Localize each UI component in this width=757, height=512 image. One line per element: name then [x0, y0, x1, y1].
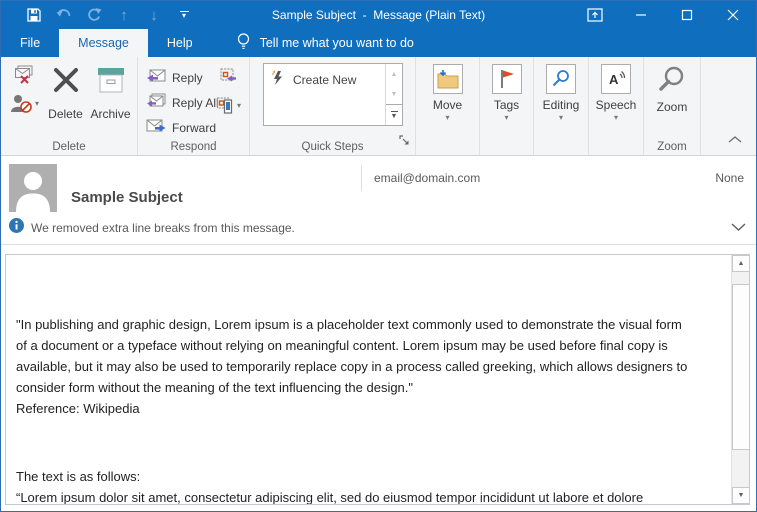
group-label-quick-steps: Quick Steps: [250, 141, 415, 153]
tab-file[interactable]: File: [1, 29, 59, 57]
sender-email[interactable]: email@domain.com: [374, 171, 480, 185]
ribbon-group-quick-steps: Create New ▲ ▼ ▼ Quick Steps: [250, 57, 416, 155]
close-icon[interactable]: [710, 1, 756, 29]
lightbulb-icon: [236, 32, 251, 54]
ribbon-group-delete: ▾ Delete Archive Delete: [1, 57, 138, 155]
archive-button[interactable]: Archive: [88, 59, 133, 121]
window-controls: [572, 1, 756, 29]
svg-text:A: A: [609, 72, 619, 87]
im-reply-button[interactable]: ▾: [216, 96, 241, 114]
body-paragraph-1: "In publishing and graphic design, Lorem…: [16, 314, 721, 419]
info-banner-text: We removed extra line breaks from this m…: [31, 221, 295, 235]
tell-me-box[interactable]: Tell me what you want to do: [236, 29, 414, 57]
zoom-button[interactable]: Zoom: [644, 57, 700, 114]
reply-all-icon: [146, 93, 166, 112]
title-bar: ↑ ↓ ▾ Sample Subject - Message (Plain Te…: [1, 1, 756, 29]
vertical-scrollbar[interactable]: ▲ ▼: [731, 255, 749, 504]
tab-help[interactable]: Help: [148, 29, 212, 57]
quick-steps-dialog-launcher-icon[interactable]: [399, 133, 410, 151]
message-subject: Sample Subject: [71, 189, 183, 206]
move-folder-icon: [433, 64, 463, 94]
speech-button[interactable]: A Speech ▾: [589, 57, 643, 122]
header-divider: [361, 165, 362, 191]
ignore-button[interactable]: [5, 61, 43, 89]
scrollbar-up-icon[interactable]: ▲: [732, 255, 750, 272]
gallery-more-icon[interactable]: ▼: [386, 104, 402, 125]
minimize-icon[interactable]: [618, 1, 664, 29]
delete-button[interactable]: Delete: [43, 59, 88, 121]
tags-caret-icon: ▾: [504, 114, 508, 122]
meeting-button[interactable]: [219, 67, 237, 84]
info-banner: We removed extra line breaks from this m…: [9, 218, 295, 238]
gallery-scroll-up-icon[interactable]: ▲: [386, 64, 402, 84]
ribbon-group-respond: Reply Reply All Forward: [138, 57, 250, 155]
editing-caret-icon: ▾: [559, 114, 563, 122]
undo-icon[interactable]: [49, 2, 79, 28]
read-aloud-icon: A: [601, 64, 631, 94]
ribbon-group-move: Move ▾: [416, 57, 480, 155]
scrollbar-thumb[interactable]: [732, 284, 750, 450]
group-label-zoom: Zoom: [644, 141, 700, 153]
tell-me-label: Tell me what you want to do: [260, 36, 414, 50]
create-new-quick-step[interactable]: Create New: [271, 70, 385, 89]
maximize-icon[interactable]: [664, 1, 710, 29]
reply-button[interactable]: Reply: [146, 65, 219, 90]
ribbon-display-options-icon[interactable]: [572, 1, 618, 29]
message-body-text: "In publishing and graphic design, Lorem…: [16, 272, 721, 505]
expand-header-chevron-icon[interactable]: [731, 219, 746, 237]
reply-all-button[interactable]: Reply All: [146, 90, 219, 115]
speech-caret-icon: ▾: [614, 114, 618, 122]
tags-button[interactable]: Tags ▾: [480, 57, 533, 122]
outlook-message-window: ↑ ↓ ▾ Sample Subject - Message (Plain Te…: [0, 0, 757, 512]
ribbon-group-speech: A Speech ▾: [589, 57, 644, 155]
ribbon-group-tags: Tags ▾: [480, 57, 534, 155]
customize-qat-icon[interactable]: ▾: [169, 2, 199, 28]
avatar: [9, 164, 57, 217]
redo-icon[interactable]: [79, 2, 109, 28]
archive-box-icon: [95, 65, 127, 100]
move-down-icon[interactable]: ↓: [139, 2, 169, 28]
lightning-bolt-icon: [271, 70, 285, 89]
reply-icon: [146, 68, 166, 87]
ribbon-group-zoom: Zoom Zoom: [644, 57, 701, 155]
move-caret-icon: ▾: [445, 114, 449, 122]
move-up-icon[interactable]: ↑: [109, 2, 139, 28]
collapse-ribbon-icon[interactable]: [728, 131, 742, 149]
save-icon[interactable]: [19, 2, 49, 28]
gallery-scroll-down-icon[interactable]: ▼: [386, 84, 402, 104]
block-sender-caret-icon: ▾: [35, 100, 39, 108]
ribbon: ▾ Delete Archive Delete: [1, 57, 756, 156]
scrollbar-down-icon[interactable]: ▼: [732, 487, 750, 504]
forward-button[interactable]: Forward: [146, 115, 219, 140]
quick-steps-gallery: Create New ▲ ▼ ▼: [263, 63, 403, 126]
body-paragraph-2: The text is as follows: “Lorem ipsum dol…: [16, 466, 721, 505]
find-magnifier-icon: [546, 64, 576, 94]
delete-x-icon: [51, 65, 81, 100]
ribbon-spacer: [701, 57, 756, 155]
group-label-delete: Delete: [1, 141, 137, 153]
move-button[interactable]: Move ▾: [416, 57, 479, 122]
zoom-magnifier-icon: [657, 64, 687, 96]
tab-message[interactable]: Message: [59, 29, 148, 57]
message-body-box[interactable]: "In publishing and graphic design, Lorem…: [5, 254, 750, 505]
forward-icon: [146, 118, 166, 137]
ribbon-tab-row: File Message Help Tell me what you want …: [1, 29, 756, 57]
flag-icon: [492, 64, 522, 94]
quick-access-toolbar: ↑ ↓ ▾: [1, 2, 199, 28]
im-reply-caret-icon: ▾: [237, 102, 241, 110]
message-header: Sample Subject email@domain.com None We …: [1, 157, 756, 245]
editing-button[interactable]: Editing ▾: [534, 57, 588, 122]
message-body-area: "In publishing and graphic design, Lorem…: [1, 245, 756, 511]
group-label-respond: Respond: [138, 141, 249, 153]
flag-status: None: [715, 171, 744, 185]
ribbon-group-editing: Editing ▾: [534, 57, 589, 155]
block-sender-button[interactable]: ▾: [5, 89, 43, 117]
info-icon: [9, 218, 24, 238]
